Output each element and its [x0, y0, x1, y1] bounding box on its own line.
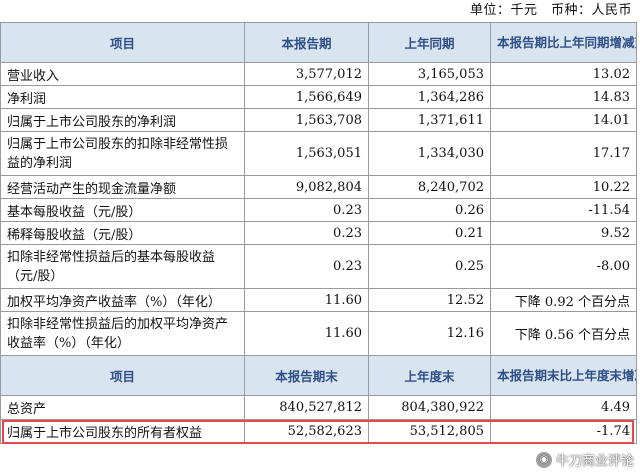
header-item: 项目 [0, 22, 245, 63]
header-change-pct: 本报告期末比上年度末增减变动幅度(%) [490, 355, 637, 396]
cell-change: 14.01 [490, 108, 637, 132]
table-row: 营业收入 3,577,012 3,165,053 13.02 [0, 62, 637, 86]
cell-current: 0.23 [244, 198, 369, 222]
cell-change: 13.02 [490, 62, 637, 86]
row-label: 扣除非经常性损益后的基本每股收益（元/股） [0, 244, 245, 289]
row-label: 营业收入 [0, 62, 245, 86]
table-row: 扣除非经常性损益后的基本每股收益（元/股） 0.23 0.25 -8.00 [0, 244, 637, 289]
table-row: 归属于上市公司股东的净利润 1,563,708 1,371,611 14.01 [0, 108, 637, 132]
table-row: 扣除非经常性损益后的加权平均净资产收益率（%）（年化） 11.60 12.16 … [0, 311, 637, 356]
row-label: 经营活动产生的现金流量净额 [0, 175, 245, 199]
cell-prior: 1,371,611 [368, 108, 491, 132]
cell-prior: 1,334,030 [368, 131, 491, 176]
row-label: 归属于上市公司股东的净利润 [0, 108, 245, 132]
header-item: 项目 [0, 355, 245, 396]
watermark: ◉ 牛刀商业评论 [535, 450, 634, 469]
table-row: 归属于上市公司股东的扣除非经常性损益的净利润 1,563,051 1,334,0… [0, 131, 637, 176]
table-row: 归属于上市公司股东的所有者权益 52,582,623 53,512,805 -1… [0, 419, 637, 444]
cell-change: 4.49 [490, 395, 637, 420]
cell-current: 11.60 [244, 288, 369, 312]
cell-prior: 0.26 [368, 198, 491, 222]
cell-current: 52,582,623 [244, 419, 369, 444]
table-row: 基本每股收益（元/股） 0.23 0.26 -11.54 [0, 198, 637, 222]
header-prior-year-end: 上年度末 [368, 355, 491, 396]
cell-change: 下降 0.92 个百分点 [490, 288, 637, 312]
table-row: 净利润 1,566,649 1,364,286 14.83 [0, 85, 637, 109]
cell-prior: 8,240,702 [368, 175, 491, 199]
watermark-text: 牛刀商业评论 [555, 454, 634, 469]
table-row: 总资产 840,527,812 804,380,922 4.49 [0, 395, 637, 420]
cell-prior: 1,364,286 [368, 85, 491, 109]
cell-prior: 0.25 [368, 244, 491, 289]
table-row: 加权平均净资产收益率（%）（年化） 11.60 12.52 下降 0.92 个百… [0, 288, 637, 312]
row-label: 扣除非经常性损益后的加权平均净资产收益率（%）（年化） [0, 311, 245, 356]
cell-current: 1,566,649 [244, 85, 369, 109]
header-change-pct: 本报告期比上年同期增减变动幅度(%) [490, 22, 637, 63]
cell-current: 11.60 [244, 311, 369, 356]
table-row: 经营活动产生的现金流量净额 9,082,804 8,240,702 10.22 [0, 175, 637, 199]
cell-current: 9,082,804 [244, 175, 369, 199]
cell-prior: 53,512,805 [368, 419, 491, 444]
cell-current: 1,563,708 [244, 108, 369, 132]
row-label: 稀释每股收益（元/股） [0, 221, 245, 245]
cell-change: 10.22 [490, 175, 637, 199]
row-label: 总资产 [0, 395, 245, 420]
row-label: 净利润 [0, 85, 245, 109]
cell-current: 0.23 [244, 221, 369, 245]
header-current-period: 本报告期 [244, 22, 369, 63]
row-label: 归属于上市公司股东的所有者权益 [0, 419, 245, 444]
cell-current: 3,577,012 [244, 62, 369, 86]
financial-summary-table: 项目 本报告期 上年同期 本报告期比上年同期增减变动幅度(%) 营业收入 3,5… [0, 22, 637, 444]
cell-change: -1.74 [490, 419, 637, 444]
cell-prior: 3,165,053 [368, 62, 491, 86]
cell-prior: 12.16 [368, 311, 491, 356]
header-current-period-end: 本报告期末 [244, 355, 369, 396]
cell-change: -8.00 [490, 244, 637, 289]
cell-change: 下降 0.56 个百分点 [490, 311, 637, 356]
cell-current: 1,563,051 [244, 131, 369, 176]
cell-change: 9.52 [490, 221, 637, 245]
cell-prior: 0.21 [368, 221, 491, 245]
row-label: 加权平均净资产收益率（%）（年化） [0, 288, 245, 312]
header-prior-period: 上年同期 [368, 22, 491, 63]
weibo-icon: ◉ [535, 451, 552, 468]
cell-change: 17.17 [490, 131, 637, 176]
row-label: 归属于上市公司股东的扣除非经常性损益的净利润 [0, 131, 245, 176]
row-label: 基本每股收益（元/股） [0, 198, 245, 222]
cell-prior: 804,380,922 [368, 395, 491, 420]
cell-change: 14.83 [490, 85, 637, 109]
header-row-1: 项目 本报告期 上年同期 本报告期比上年同期增减变动幅度(%) [0, 22, 637, 63]
header-row-2: 项目 本报告期末 上年度末 本报告期末比上年度末增减变动幅度(%) [0, 355, 637, 396]
cell-current: 0.23 [244, 244, 369, 289]
cell-prior: 12.52 [368, 288, 491, 312]
table-row: 稀释每股收益（元/股） 0.23 0.21 9.52 [0, 221, 637, 245]
cell-change: -11.54 [490, 198, 637, 222]
unit-line: 单位：千元 币种：人民币 [469, 3, 632, 18]
cell-current: 840,527,812 [244, 395, 369, 420]
